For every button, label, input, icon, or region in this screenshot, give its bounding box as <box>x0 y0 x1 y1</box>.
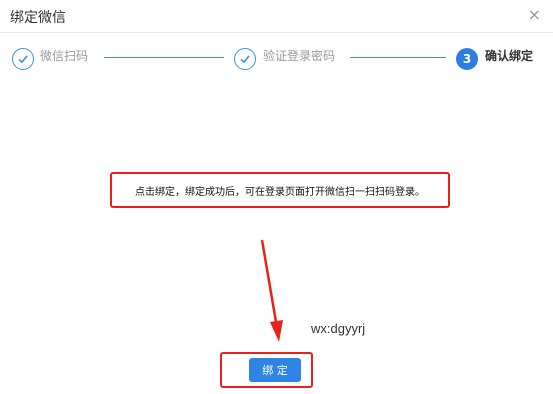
bind-button[interactable]: 绑 定 <box>249 358 301 382</box>
red-arrow-annotation <box>260 239 283 342</box>
wechat-id: wx:dgyyrj <box>311 321 366 336</box>
